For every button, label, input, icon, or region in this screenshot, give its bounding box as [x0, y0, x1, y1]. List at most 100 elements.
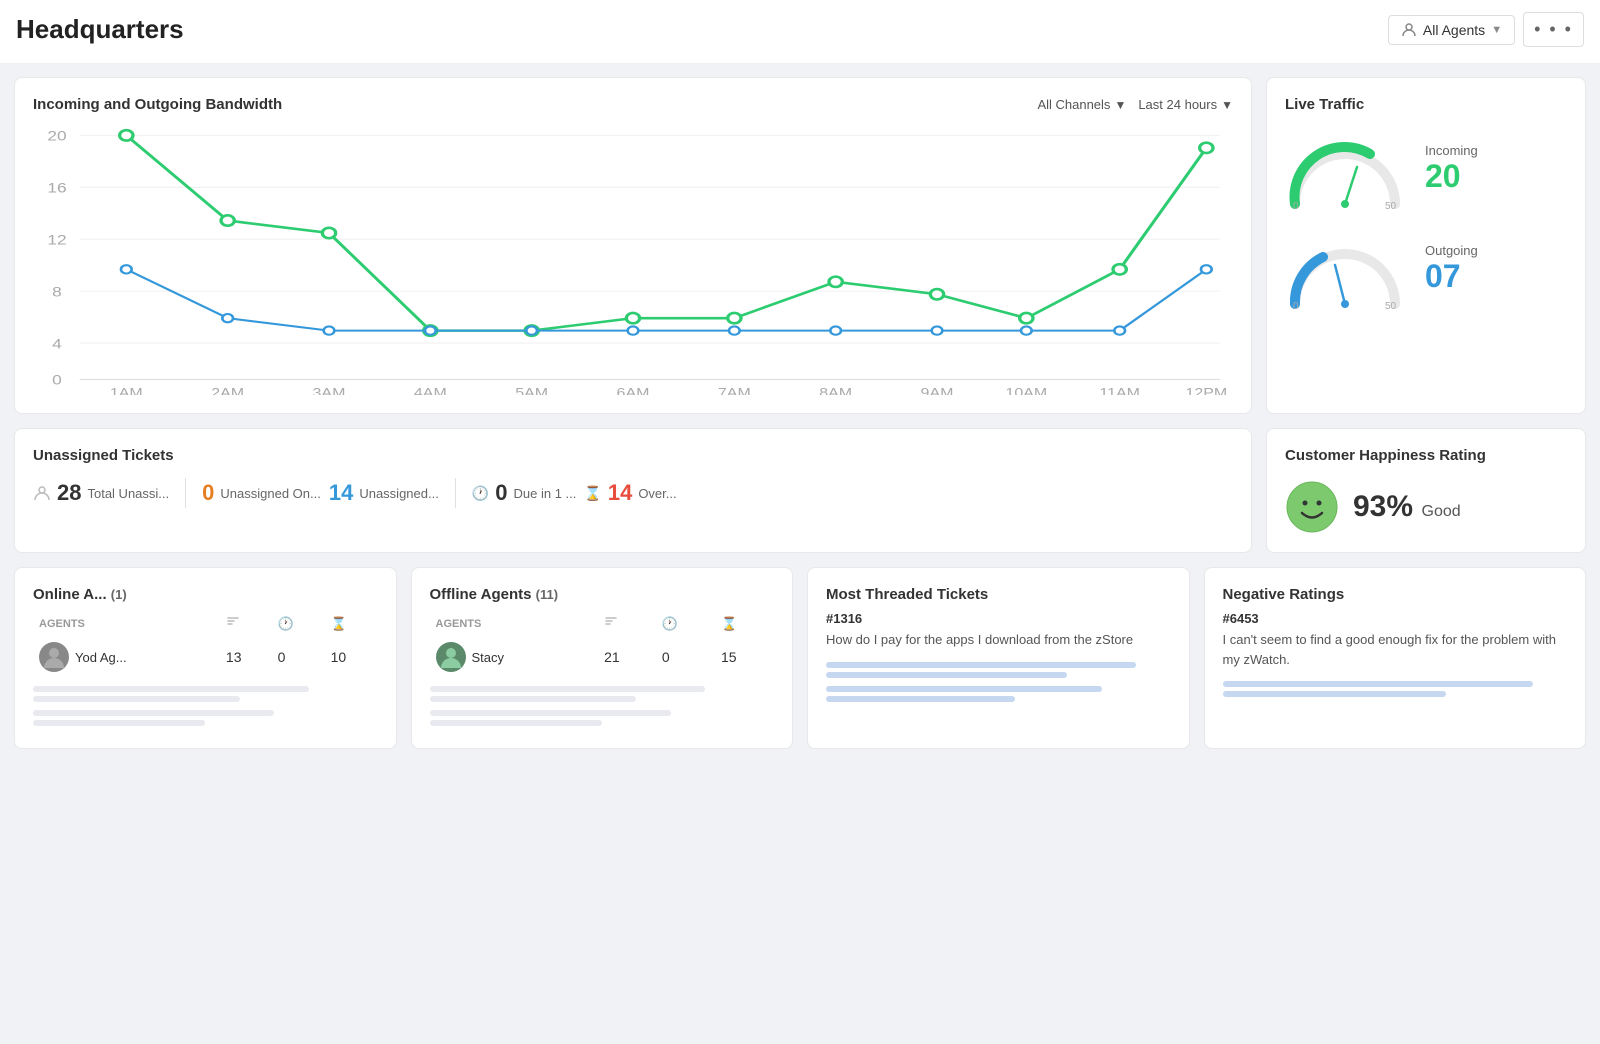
offline-agents-col-label: AGENTS: [436, 618, 482, 630]
bandwidth-chart-svg: 20 16 12 8 4 0 1AM 2AM 3AM 4AM 5AM 6AM: [33, 125, 1233, 395]
all-agents-button[interactable]: All Agents ▼: [1388, 15, 1515, 45]
online-agent-avatar: [39, 642, 69, 672]
skeleton-14: [1223, 691, 1447, 697]
incoming-gauge-info: Incoming 20: [1425, 143, 1567, 195]
threaded-ticket-id: #1316: [826, 611, 1171, 626]
offline-clock-icon: 🕐: [662, 616, 678, 631]
unassigned-on-count: 0: [202, 480, 214, 506]
skeleton-9: [826, 662, 1136, 668]
skeleton-12: [826, 696, 1015, 702]
happiness-label: Good: [1422, 503, 1461, 520]
offline-agents-card: Offline Agents (11) AGENTS 🕐: [411, 567, 794, 749]
outgoing-value: 07: [1425, 258, 1567, 295]
unassigned-tickets-card: Unassigned Tickets 28 Total Unassi... 0 …: [14, 428, 1252, 553]
incoming-gauge-section: 0 50 Incoming 20: [1285, 129, 1567, 209]
incoming-label: Incoming: [1425, 143, 1567, 158]
online-agents-card: Online A... (1) AGENTS: [14, 567, 397, 749]
time-filter-button[interactable]: Last 24 hours ▼: [1138, 97, 1233, 112]
svg-text:4AM: 4AM: [414, 387, 447, 395]
time-label: Last 24 hours: [1138, 97, 1217, 112]
agents-icon: [33, 484, 51, 502]
skeleton-1: [33, 686, 309, 692]
person-icon: [1401, 22, 1417, 38]
svg-text:50: 50: [1385, 201, 1397, 209]
unassigned-online-stat: 0 Unassigned On...: [202, 480, 321, 506]
unassigned-title: Unassigned Tickets: [33, 447, 1233, 464]
total-unassigned-label: Total Unassi...: [87, 486, 169, 501]
svg-text:20: 20: [47, 129, 67, 144]
bandwidth-filters: All Channels ▼ Last 24 hours ▼: [1037, 97, 1233, 112]
negative-ratings-card: Negative Ratings #6453 I can't seem to f…: [1204, 567, 1587, 749]
offline-hourglass-icon: ⌛: [721, 616, 737, 631]
incoming-value: 20: [1425, 158, 1567, 195]
skeleton-10: [826, 672, 1067, 678]
skeleton-8: [430, 720, 602, 726]
live-traffic-title: Live Traffic: [1285, 96, 1567, 113]
skeleton-5: [430, 686, 706, 692]
online-agent-due: 0: [272, 636, 325, 678]
skeleton-3: [33, 710, 274, 716]
happiness-card: Customer Happiness Rating 93% Good: [1266, 428, 1586, 553]
divider-2: [455, 478, 456, 508]
more-icon: • • •: [1534, 19, 1573, 39]
online-agent-tickets: 13: [220, 636, 272, 678]
threaded-tickets-title: Most Threaded Tickets: [826, 586, 1171, 603]
outgoing-label: Outgoing: [1425, 243, 1567, 258]
svg-text:4: 4: [52, 337, 62, 352]
due-count: 0: [495, 480, 507, 506]
outgoing-gauge-section: 0 50 Outgoing 07: [1285, 229, 1567, 309]
svg-text:12: 12: [47, 233, 66, 248]
due-stat: 🕐 0 Due in 1 ...: [472, 480, 577, 506]
header-controls: All Agents ▼ • • •: [1388, 12, 1584, 47]
more-options-button[interactable]: • • •: [1523, 12, 1584, 47]
hourglass-col-header: ⌛: [325, 611, 378, 636]
dashboard-grid: Incoming and Outgoing Bandwidth All Chan…: [0, 63, 1600, 763]
online-agent-row: Yod Ag... 13 0 10: [33, 636, 378, 678]
all-agents-label: All Agents: [1423, 22, 1485, 38]
svg-text:10AM: 10AM: [1005, 387, 1047, 395]
svg-text:11AM: 11AM: [1099, 387, 1140, 395]
total-unassigned-count: 28: [57, 480, 81, 506]
svg-text:8AM: 8AM: [819, 387, 852, 395]
svg-text:1AM: 1AM: [110, 387, 143, 395]
online-agent-name-cell: Yod Ag...: [33, 636, 220, 678]
happiness-percentage: 93% Good: [1353, 490, 1461, 524]
over-stat: ⌛ 14 Over...: [584, 480, 676, 506]
threaded-ticket-desc: How do I pay for the apps I download fro…: [826, 630, 1171, 650]
negative-rating-id: #6453: [1223, 611, 1568, 626]
skeleton-2: [33, 696, 240, 702]
offline-agent-tickets: 21: [598, 636, 656, 678]
channels-filter-button[interactable]: All Channels ▼: [1037, 97, 1126, 112]
live-traffic-card: Live Traffic 0 50 Incoming: [1266, 77, 1586, 414]
offline-agents-table: AGENTS 🕐 ⌛: [430, 611, 775, 678]
total-unassigned-stat: 28 Total Unassi...: [33, 480, 169, 506]
skeleton-7: [430, 710, 671, 716]
bandwidth-title: Incoming and Outgoing Bandwidth: [33, 96, 282, 113]
bandwidth-header: Incoming and Outgoing Bandwidth All Chan…: [33, 96, 1233, 113]
svg-text:0: 0: [1293, 201, 1299, 209]
clock-col-header: 🕐: [272, 611, 325, 636]
online-agents-table: AGENTS 🕐 ⌛: [33, 611, 378, 678]
offline-agents-col-header: AGENTS: [430, 611, 599, 636]
negative-rating-desc: I can't seem to find a good enough fix f…: [1223, 630, 1568, 669]
offline-agents-title: Offline Agents (11): [430, 586, 775, 603]
svg-text:2AM: 2AM: [211, 387, 244, 395]
unassigned-on-label: Unassigned On...: [220, 486, 320, 501]
bottom-grid: Online A... (1) AGENTS: [14, 567, 1586, 749]
agents-col-label: AGENTS: [39, 618, 85, 630]
offline-agent-due: 0: [656, 636, 715, 678]
happiness-content: 93% Good: [1285, 480, 1567, 534]
offline-agent-row: Stacy 21 0 15: [430, 636, 775, 678]
ticket-icon: [226, 615, 240, 629]
due-label: Due in 1 ...: [514, 486, 577, 501]
agents-col-header: AGENTS: [33, 611, 220, 636]
offline-agent-name: Stacy: [472, 650, 505, 665]
offline-agent-name-cell: Stacy: [430, 636, 599, 678]
negative-ratings-title: Negative Ratings: [1223, 586, 1568, 603]
svg-text:6AM: 6AM: [617, 387, 650, 395]
tickets-stats-row: 28 Total Unassi... 0 Unassigned On... 14…: [33, 478, 1233, 508]
skeleton-6: [430, 696, 637, 702]
skeleton-13: [1223, 681, 1533, 687]
unassigned-label: Unassigned...: [359, 486, 439, 501]
offline-ticket-icon: [604, 615, 618, 629]
